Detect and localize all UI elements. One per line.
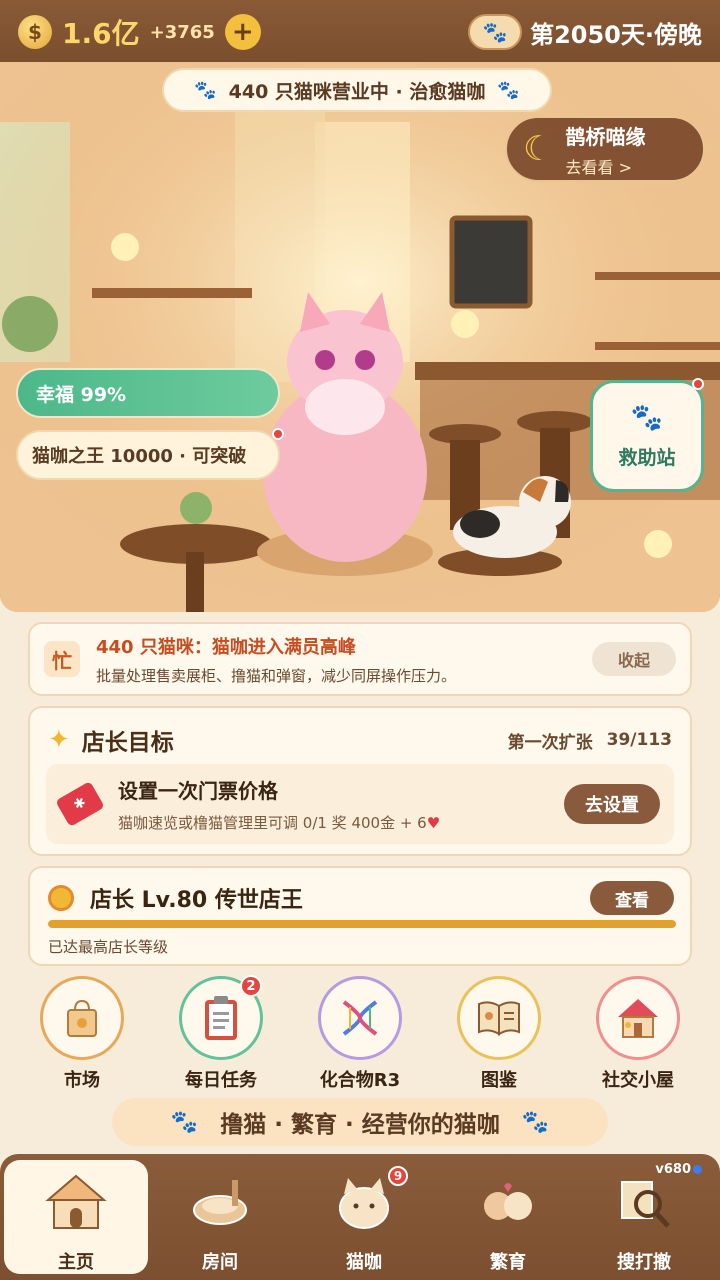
quick-social-house[interactable]: 社交小屋 — [578, 976, 698, 1092]
busy-alert-card: 忙 440 只猫咪：猫咖进入满员高峰 批量处理售卖展柜、撸猫和弹窗，减少同屏操作… — [28, 622, 692, 696]
manager-goal-card: ✦ 店长目标 第一次扩张 39/113 ✱ 设置一次门票价格 猫咖速览或橹猫管理… — [28, 706, 692, 856]
goal-stage: 第一次扩张 — [507, 732, 593, 753]
task-count-badge: 2 — [240, 975, 262, 997]
happiness-bar[interactable]: 幸福 99% — [16, 368, 280, 418]
event-title: 鹊桥喵缘 — [565, 124, 646, 149]
book-icon — [478, 1001, 520, 1036]
tab-cafe[interactable]: 9 猫咖 — [292, 1160, 436, 1274]
tab-label: 房间 — [202, 1252, 238, 1273]
alert-title: 440 只猫咪：猫咖进入满员高峰 — [96, 636, 356, 658]
tab-label: 搜打撤 — [617, 1252, 671, 1273]
sparkle-icon: ✦ — [48, 725, 70, 755]
quick-label: 社交小屋 — [602, 1070, 674, 1091]
manager-level-card: 店长 Lv.80 传世店王 查看 已达最高店长等级 — [28, 866, 692, 966]
map-magnifier-icon — [612, 1170, 676, 1234]
paw-icon: 🐾 — [170, 1109, 199, 1135]
clipboard-icon — [205, 996, 237, 1040]
goal-progress: 39/113 — [606, 730, 672, 750]
day-indicator[interactable]: 🐾 第2050天·傍晚 — [468, 14, 702, 50]
level-title: 店长 Lv.80 传世店王 — [90, 888, 303, 913]
heart-icon: ♥ — [426, 814, 441, 832]
add-gold-button[interactable]: + — [224, 14, 261, 50]
notification-dot — [272, 428, 284, 440]
tab-home[interactable]: 主页 — [4, 1160, 148, 1274]
medal-icon — [48, 885, 74, 911]
event-link: 去看看 > — [565, 157, 632, 177]
slogan-text: 撸猫 · 繁育 · 经营你的猫咖 — [220, 1112, 500, 1138]
goal-title: 店长目标 — [81, 730, 174, 756]
quick-market[interactable]: 市场 — [22, 976, 142, 1092]
level-progress-bar — [48, 920, 676, 928]
tab-search-evac[interactable]: 搜打撤 — [572, 1160, 716, 1274]
paw-icon: 🐾 — [497, 79, 520, 101]
rescue-station-button[interactable]: 🐾 救助站 — [590, 380, 704, 492]
slogan-banner: 🐾 撸猫 · 繁育 · 经营你的猫咖 🐾 — [112, 1098, 608, 1146]
quick-label: 图鉴 — [481, 1070, 517, 1091]
cafe-scene[interactable]: 🐾 440 只猫咪营业中 · 治愈猫咖 🐾 ☾ 鹊桥喵缘 去看看 > 幸福 99… — [0, 62, 720, 612]
view-level-button[interactable]: 查看 — [590, 881, 674, 915]
quick-icon-ring — [596, 976, 680, 1060]
quick-label: 市场 — [64, 1070, 100, 1091]
quick-label: 每日任务 — [185, 1070, 257, 1091]
quick-icon-ring: 2 — [179, 975, 263, 1060]
tab-label: 繁育 — [490, 1252, 526, 1273]
cat-bed-icon — [188, 1170, 252, 1234]
gold-amount: 1.6亿 — [62, 17, 140, 50]
go-set-button[interactable]: 去设置 — [564, 784, 660, 824]
dna-icon — [342, 1000, 378, 1036]
moon-icon: ☾ — [523, 129, 554, 169]
quick-icon-ring — [40, 976, 124, 1060]
shopping-bag-icon — [67, 999, 97, 1037]
task-title: 设置一次门票价格 — [118, 779, 278, 803]
cat-paw-badge-icon: 🐾 — [468, 14, 523, 50]
quick-icon-ring — [318, 976, 402, 1060]
paw-icon: 🐾 — [194, 79, 217, 101]
tab-label: 猫咖 — [346, 1252, 382, 1273]
paw-icon: 🐾 — [630, 402, 664, 433]
ticket-icon: ✱ — [55, 781, 105, 827]
gold-delta: +3765 — [149, 21, 215, 43]
alert-description: 批量处理售卖展柜、撸猫和弹窗，减少同屏操作压力。 — [96, 666, 457, 685]
level-note: 已达最高店长等级 — [48, 938, 169, 956]
event-magpie-bridge[interactable]: ☾ 鹊桥喵缘 去看看 > — [505, 116, 705, 182]
cafe-status-text: 440 只猫咪营业中 · 治愈猫咖 — [228, 80, 486, 103]
tab-room[interactable]: 房间 — [148, 1160, 292, 1274]
day-text: 第2050天·傍晚 — [530, 20, 702, 49]
tab-breeding[interactable]: 繁育 — [436, 1160, 580, 1274]
bottom-tab-bar: v680 主页 房间 9 猫咖 繁育 搜打撤 — [0, 1154, 720, 1280]
cat-house-icon — [44, 1170, 108, 1234]
rescue-label: 救助站 — [618, 446, 676, 469]
tab-label: 主页 — [58, 1252, 94, 1273]
collapse-button[interactable]: 收起 — [592, 642, 676, 676]
cafe-king-bar[interactable]: 猫咖之王 10000 · 可突破 — [16, 430, 280, 480]
quick-icon-ring — [457, 976, 541, 1060]
paw-icon: 🐾 — [521, 1109, 550, 1135]
quick-daily-tasks[interactable]: 2 每日任务 — [161, 975, 281, 1092]
top-bar: $ 1.6亿 +3765 + 🐾 第2050天·傍晚 — [0, 0, 720, 64]
quick-compound[interactable]: 化合物R3 — [300, 976, 420, 1092]
money-bag-icon: $ — [18, 15, 52, 49]
notification-dot — [692, 378, 704, 390]
cat-cup-icon: 9 — [332, 1166, 408, 1234]
busy-icon: 忙 — [44, 641, 80, 677]
cafe-status-pill: 🐾 440 只猫咪营业中 · 治愈猫咖 🐾 — [162, 68, 552, 112]
cafe-count-badge: 9 — [388, 1166, 408, 1186]
quick-label: 化合物R3 — [319, 1070, 401, 1091]
goal-task: ✱ 设置一次门票价格 猫咖速览或橹猫管理里可调 0/1 奖 400金 + 6♥ … — [46, 764, 674, 844]
cat-couple-icon — [476, 1170, 540, 1234]
task-description: 猫咖速览或橹猫管理里可调 0/1 奖 400金 + 6♥ — [118, 814, 441, 832]
quick-collection[interactable]: 图鉴 — [439, 976, 559, 1092]
house-icon — [618, 999, 658, 1038]
level-progress-fill — [48, 920, 676, 928]
